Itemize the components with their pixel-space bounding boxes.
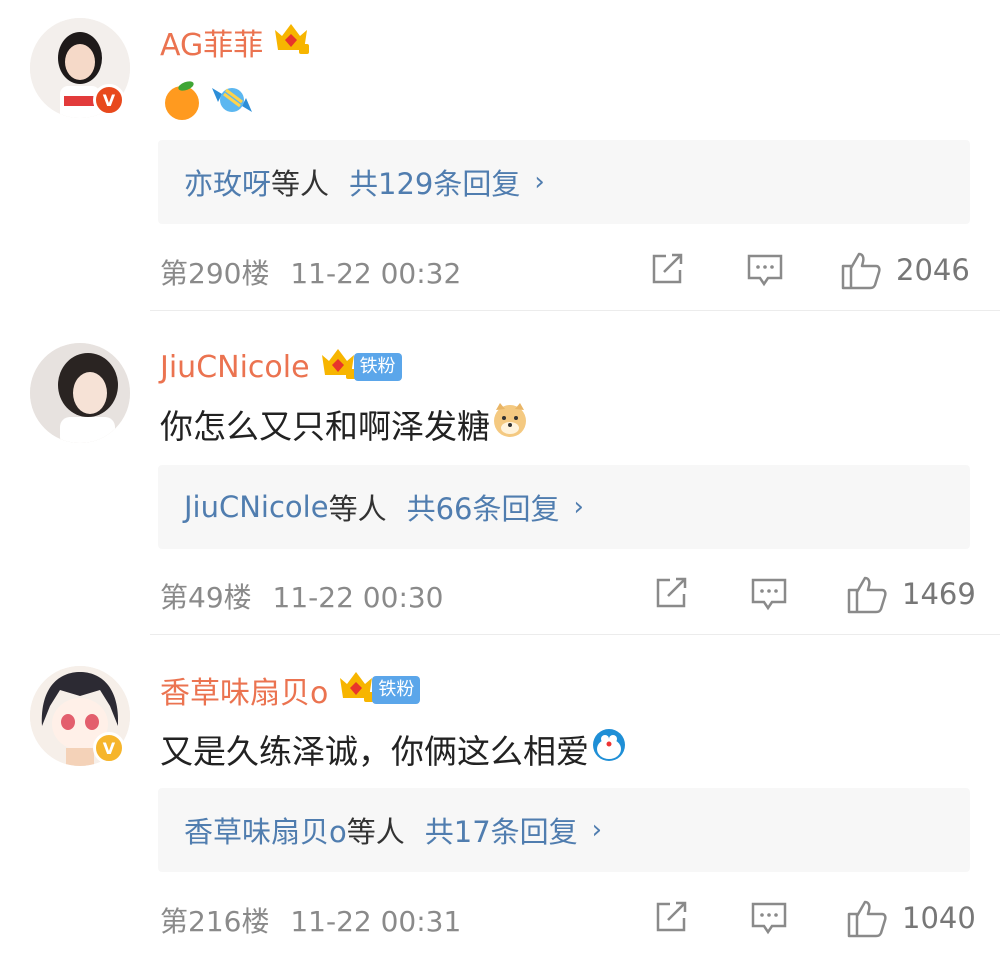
comment-button[interactable] (750, 576, 788, 612)
fan-badge: 铁粉 (372, 676, 421, 704)
reply-summary-button[interactable]: 亦玫呀 等人 共129条回复 › (158, 140, 970, 224)
like-button[interactable]: 1040 (846, 898, 976, 938)
comment-meta: 第216楼 11-22 00:31 (160, 900, 461, 940)
timestamp: 11-22 00:32 (290, 257, 462, 290)
comment-content: 又是久练泽诚，你俩这么相爱 (160, 725, 633, 773)
like-count: 1040 (902, 901, 976, 935)
comment-button[interactable] (750, 900, 788, 936)
verified-badge-icon: V (93, 732, 125, 764)
divider (150, 634, 1000, 635)
crown-vip-icon (336, 668, 376, 712)
comment-button[interactable] (746, 252, 784, 288)
username-text[interactable]: AG菲菲 (160, 20, 263, 64)
share-icon (652, 253, 683, 284)
timestamp: 11-22 00:31 (290, 905, 462, 938)
reply-users[interactable]: 亦玫呀 (184, 161, 271, 203)
share-button[interactable] (654, 900, 690, 934)
avatar[interactable] (30, 343, 130, 443)
username-text[interactable]: 香草味扇贝o (160, 668, 328, 712)
comment-icon (747, 254, 783, 287)
reply-suffix: 等人 (346, 815, 405, 849)
like-icon (841, 252, 881, 290)
like-button[interactable]: 2046 (840, 250, 970, 290)
chevron-right-icon: › (573, 492, 584, 522)
candy-emoji (208, 78, 256, 130)
reply-total[interactable]: 共17条回复 (425, 809, 578, 851)
chevron-right-icon: › (534, 167, 545, 197)
comment-icon (751, 578, 787, 611)
reply-suffix: 等人 (328, 492, 387, 526)
share-button[interactable] (650, 252, 686, 286)
like-icon (847, 900, 887, 938)
doge-emoji (490, 400, 530, 448)
username[interactable]: JiuCNicole 铁粉 (160, 345, 402, 389)
like-icon (847, 576, 887, 614)
reply-users[interactable]: JiuCNicole (184, 490, 329, 524)
reply-suffix: 等人 (271, 167, 330, 201)
comment-item: V AG菲菲 亦玫呀 等人 共129条回复 › 第290楼 11-22 00:3… (0, 0, 1000, 311)
comment-text: 又是久练泽诚，你俩这么相爱 (160, 732, 589, 771)
comment-content: 你怎么又只和啊泽发糖 (160, 400, 534, 448)
crown-vip-icon (318, 345, 358, 389)
reply-total[interactable]: 共66条回复 (407, 486, 560, 528)
verified-badge-icon: V (93, 84, 125, 116)
comment-content (160, 78, 260, 130)
comment-icon (751, 902, 787, 935)
reply-total[interactable]: 共129条回复 (349, 161, 520, 203)
like-count: 2046 (896, 253, 970, 287)
username-text[interactable]: JiuCNicole (160, 350, 310, 385)
chevron-right-icon: › (591, 815, 603, 845)
share-icon (656, 577, 687, 608)
floor-number: 第216楼 (160, 905, 270, 938)
divider (150, 310, 1000, 311)
reply-users[interactable]: 香草味扇贝o (184, 809, 347, 851)
comment-meta: 第49楼 11-22 00:30 (160, 576, 444, 616)
comment-meta: 第290楼 11-22 00:32 (160, 252, 461, 292)
like-count: 1469 (902, 577, 976, 611)
username[interactable]: AG菲菲 (160, 20, 311, 64)
share-button[interactable] (654, 576, 690, 610)
timestamp: 11-22 00:30 (272, 581, 444, 614)
username[interactable]: 香草味扇贝o 铁粉 (160, 668, 421, 712)
crown-vip-icon (271, 20, 311, 64)
like-button[interactable]: 1469 (846, 574, 976, 614)
reply-summary-button[interactable]: 香草味扇贝o 等人 共17条回复 › (158, 788, 970, 872)
doraemon-emoji (589, 725, 629, 773)
fan-badge: 铁粉 (353, 353, 402, 381)
tangerine-emoji (160, 78, 204, 130)
floor-number: 第49楼 (160, 581, 252, 614)
share-icon (656, 901, 687, 932)
reply-summary-button[interactable]: JiuCNicole 等人 共66条回复 › (158, 465, 970, 549)
floor-number: 第290楼 (160, 257, 270, 290)
comment-text: 你怎么又只和啊泽发糖 (160, 407, 490, 446)
